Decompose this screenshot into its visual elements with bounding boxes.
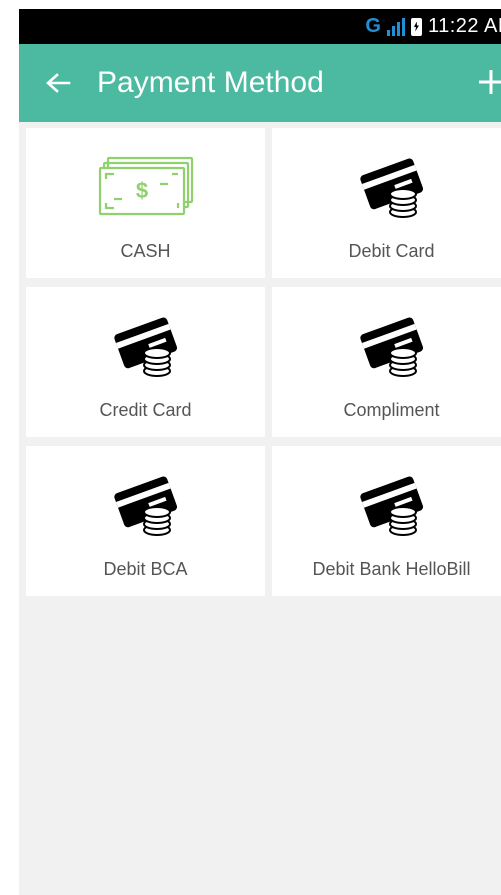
payment-method-label: Credit Card xyxy=(99,400,192,420)
plus-icon xyxy=(479,70,501,94)
card-coins-icon xyxy=(113,317,177,377)
add-button[interactable] xyxy=(471,62,501,102)
payment-method-cash[interactable]: $ CASH xyxy=(26,128,265,278)
status-time: 11:22 AM xyxy=(427,15,501,37)
battery-charging-icon xyxy=(410,17,422,36)
app-bar: Payment Method xyxy=(19,44,501,122)
payment-method-label: Debit Card xyxy=(348,241,435,261)
payment-method-debit-bank-hellobill[interactable]: Debit Bank HelloBill xyxy=(272,446,501,596)
payment-method-label: Debit BCA xyxy=(103,559,188,579)
svg-text:$: $ xyxy=(135,178,147,203)
payment-method-label: Compliment xyxy=(343,400,440,420)
page-title: Payment Method xyxy=(97,66,324,99)
payment-method-label: CASH xyxy=(120,241,171,261)
status-bar: G 11:22 AM xyxy=(19,9,501,44)
phone-screen: G 11:22 AM Payment Method xyxy=(19,9,501,895)
card-coins-icon xyxy=(359,317,423,377)
payment-method-debit-bca[interactable]: Debit BCA xyxy=(26,446,265,596)
cash-icon: $ xyxy=(98,156,193,216)
network-type: G xyxy=(365,15,381,37)
card-coins-icon xyxy=(113,476,177,536)
payment-method-debit-card[interactable]: Debit Card xyxy=(272,128,501,278)
arrow-left-icon xyxy=(46,73,71,93)
payment-method-compliment[interactable]: Compliment xyxy=(272,287,501,437)
card-coins-icon xyxy=(359,158,423,218)
status-indicators: G 11:22 AM xyxy=(365,9,501,44)
back-button[interactable] xyxy=(39,64,77,102)
signal-icon xyxy=(386,17,405,36)
payment-method-credit-card[interactable]: Credit Card xyxy=(26,287,265,437)
card-coins-icon xyxy=(359,476,423,536)
payment-method-label: Debit Bank HelloBill xyxy=(312,559,471,579)
